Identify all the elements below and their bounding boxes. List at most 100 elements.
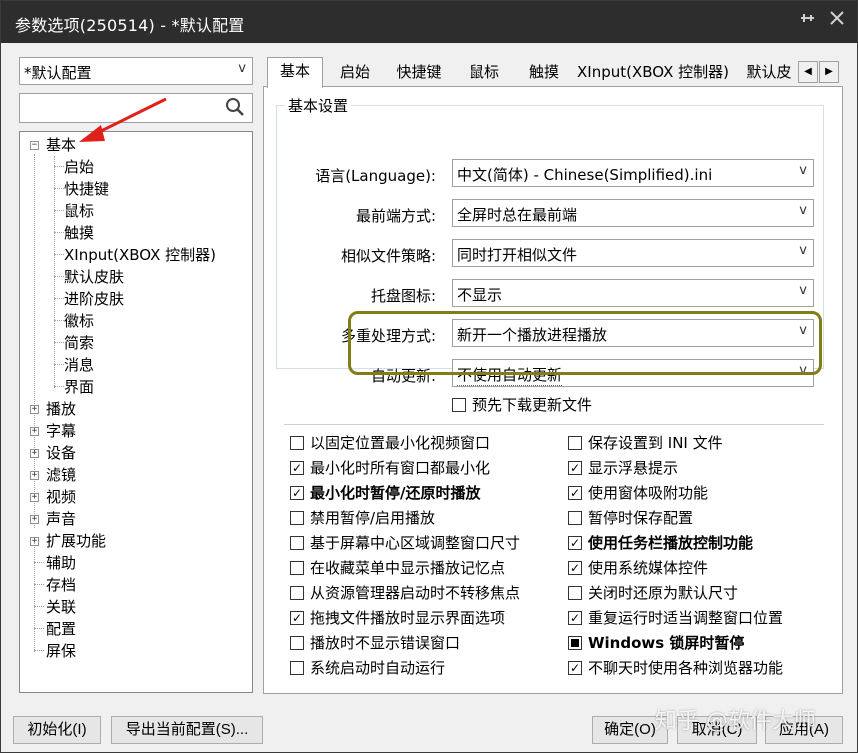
tree-item[interactable]: 默认皮肤 bbox=[64, 266, 124, 288]
check-icon[interactable]: ✓ bbox=[568, 461, 582, 475]
option-checkbox[interactable]: 以固定位置最小化视频窗口 bbox=[290, 432, 550, 454]
tree-item[interactable]: 徽标 bbox=[64, 310, 94, 332]
tray-icon-select[interactable]: 不显示 v bbox=[452, 279, 814, 307]
tree-item[interactable]: 字幕 bbox=[46, 420, 76, 442]
tree-item[interactable]: 存档 bbox=[46, 574, 76, 596]
option-checkbox[interactable]: ✓ 显示浮悬提示 bbox=[568, 457, 828, 479]
pin-icon[interactable] bbox=[795, 9, 819, 33]
tree-item[interactable]: 配置 bbox=[46, 618, 76, 640]
option-checkbox[interactable]: 从资源管理器启动时不转移焦点 bbox=[290, 582, 550, 604]
tree-item[interactable]: 声音 bbox=[46, 508, 76, 530]
settings-tree[interactable]: − 基本 启始 快捷键 鼠标 触摸 XInput(XBOX 控制器) 默认皮肤 … bbox=[19, 131, 253, 693]
checkbox-box[interactable] bbox=[452, 398, 466, 412]
tree-item[interactable]: 简索 bbox=[64, 332, 94, 354]
option-checkbox[interactable]: 保存设置到 INI 文件 bbox=[568, 432, 828, 454]
expand-icon[interactable]: + bbox=[30, 515, 39, 524]
option-checkbox[interactable]: ✓ 使用系统媒体控件 bbox=[568, 557, 828, 579]
expand-icon[interactable]: + bbox=[30, 405, 39, 414]
option-checkbox[interactable]: 基于屏幕中心区域调整窗口尺寸 bbox=[290, 532, 550, 554]
checkbox-box[interactable] bbox=[290, 536, 304, 550]
option-checkbox[interactable]: 在收藏菜单中显示播放记忆点 bbox=[290, 557, 550, 579]
tree-item[interactable]: 进阶皮肤 bbox=[64, 288, 124, 310]
expand-icon[interactable]: + bbox=[30, 493, 39, 502]
check-icon[interactable]: ✓ bbox=[568, 486, 582, 500]
tab-scroll-left-icon[interactable]: ◀ bbox=[798, 61, 818, 83]
checkbox-box[interactable] bbox=[290, 511, 304, 525]
checkbox-box[interactable] bbox=[568, 586, 582, 600]
check-icon[interactable]: ✓ bbox=[290, 611, 304, 625]
ontop-select[interactable]: 全屏时总在最前端 v bbox=[452, 199, 814, 227]
similar-files-select[interactable]: 同时打开相似文件 v bbox=[452, 239, 814, 267]
check-icon[interactable]: ✓ bbox=[568, 661, 582, 675]
tree-item[interactable]: 滤镜 bbox=[46, 464, 76, 486]
tree-item[interactable]: XInput(XBOX 控制器) bbox=[64, 244, 216, 266]
expand-icon[interactable]: + bbox=[30, 471, 39, 480]
tree-item[interactable]: 扩展功能 bbox=[46, 530, 106, 552]
checkbox-box[interactable] bbox=[568, 436, 582, 450]
option-checkbox[interactable]: ✓ 拖拽文件播放时显示界面选项 bbox=[290, 607, 550, 629]
option-checkbox[interactable]: 暂停时保存配置 bbox=[568, 507, 828, 529]
option-checkbox[interactable]: ✓ 使用窗体吸附功能 bbox=[568, 482, 828, 504]
initialize-button[interactable]: 初始化(I) bbox=[13, 716, 101, 744]
checkbox-box[interactable] bbox=[290, 561, 304, 575]
checkbox-box[interactable] bbox=[568, 511, 582, 525]
tab-touch[interactable]: 触摸 bbox=[519, 59, 569, 87]
dialog-body: *默认配置 v − 基本 启始 快捷键 鼠标 触摸 XInput(XBOX 控制… bbox=[1, 43, 857, 752]
option-checkbox[interactable]: 禁用暂停/启用播放 bbox=[290, 507, 550, 529]
checkbox-box[interactable] bbox=[568, 636, 582, 650]
cancel-button[interactable]: 取消(C) bbox=[677, 716, 757, 744]
tab-startup[interactable]: 启始 bbox=[327, 59, 383, 87]
checkbox-box[interactable] bbox=[290, 586, 304, 600]
predownload-checkbox[interactable]: 预先下载更新文件 bbox=[452, 394, 652, 416]
option-checkbox[interactable]: ✓ 重复运行时适当调整窗口位置 bbox=[568, 607, 828, 629]
multi-process-select[interactable]: 新开一个播放进程播放 v bbox=[452, 319, 814, 347]
language-select[interactable]: 中文(简体) - Chinese(Simplified).ini v bbox=[452, 159, 814, 187]
search-icon[interactable] bbox=[224, 96, 248, 120]
check-icon[interactable]: ✓ bbox=[290, 461, 304, 475]
checkbox-box[interactable] bbox=[290, 436, 304, 450]
option-checkbox[interactable]: ✓ 使用任务栏播放控制功能 bbox=[568, 532, 828, 554]
option-checkbox[interactable]: Windows 锁屏时暂停 bbox=[568, 632, 828, 654]
checkbox-box[interactable] bbox=[290, 636, 304, 650]
tab-scroll-right-icon[interactable]: ▶ bbox=[819, 61, 839, 83]
profile-select[interactable]: *默认配置 v bbox=[19, 57, 253, 85]
tree-item[interactable]: 鼠标 bbox=[64, 200, 94, 222]
export-config-button[interactable]: 导出当前配置(S)... bbox=[111, 716, 263, 744]
tree-item[interactable]: 启始 bbox=[64, 156, 94, 178]
tree-item[interactable]: 设备 bbox=[46, 442, 76, 464]
close-icon[interactable] bbox=[825, 9, 849, 33]
auto-update-select[interactable]: 不使用自动更新 v bbox=[452, 359, 814, 387]
tab-xinput[interactable]: XInput(XBOX 控制器) bbox=[577, 59, 729, 87]
ok-button[interactable]: 确定(O) bbox=[592, 716, 668, 744]
tree-item[interactable]: 关联 bbox=[46, 596, 76, 618]
option-checkbox[interactable]: ✓ 不聊天时使用各种浏览器功能 bbox=[568, 657, 828, 679]
tree-item[interactable]: 界面 bbox=[64, 376, 94, 398]
tree-item[interactable]: 视频 bbox=[46, 486, 76, 508]
apply-button[interactable]: 应用(A) bbox=[765, 716, 843, 744]
check-icon[interactable]: ✓ bbox=[290, 486, 304, 500]
tab-mouse[interactable]: 鼠标 bbox=[459, 59, 509, 87]
tree-item[interactable]: 触摸 bbox=[64, 222, 94, 244]
check-icon[interactable]: ✓ bbox=[568, 536, 582, 550]
language-value: 中文(简体) - Chinese(Simplified).ini bbox=[457, 166, 713, 184]
collapse-icon[interactable]: − bbox=[30, 141, 39, 150]
tab-basic[interactable]: 基本 bbox=[267, 57, 323, 88]
tree-item[interactable]: 辅助 bbox=[46, 552, 76, 574]
tree-item[interactable]: 快捷键 bbox=[64, 178, 109, 200]
option-checkbox[interactable]: 系统启动时自动运行 bbox=[290, 657, 550, 679]
tab-default-skin[interactable]: 默认皮 bbox=[741, 59, 797, 87]
expand-icon[interactable]: + bbox=[30, 427, 39, 436]
option-checkbox[interactable]: ✓ 最小化时所有窗口都最小化 bbox=[290, 457, 550, 479]
check-icon[interactable]: ✓ bbox=[568, 561, 582, 575]
tree-item[interactable]: 消息 bbox=[64, 354, 94, 376]
tab-hotkeys[interactable]: 快捷键 bbox=[387, 59, 451, 87]
option-checkbox[interactable]: 播放时不显示错误窗口 bbox=[290, 632, 550, 654]
tree-item[interactable]: 屏保 bbox=[46, 640, 76, 662]
option-checkbox[interactable]: 关闭时还原为默认尺寸 bbox=[568, 582, 828, 604]
expand-icon[interactable]: + bbox=[30, 449, 39, 458]
tree-item[interactable]: 播放 bbox=[46, 398, 76, 420]
check-icon[interactable]: ✓ bbox=[568, 611, 582, 625]
title-bar[interactable]: 参数选项(250514) - *默认配置 bbox=[1, 1, 857, 43]
option-checkbox[interactable]: ✓ 最小化时暂停/还原时播放 bbox=[290, 482, 550, 504]
checkbox-box[interactable] bbox=[290, 661, 304, 675]
